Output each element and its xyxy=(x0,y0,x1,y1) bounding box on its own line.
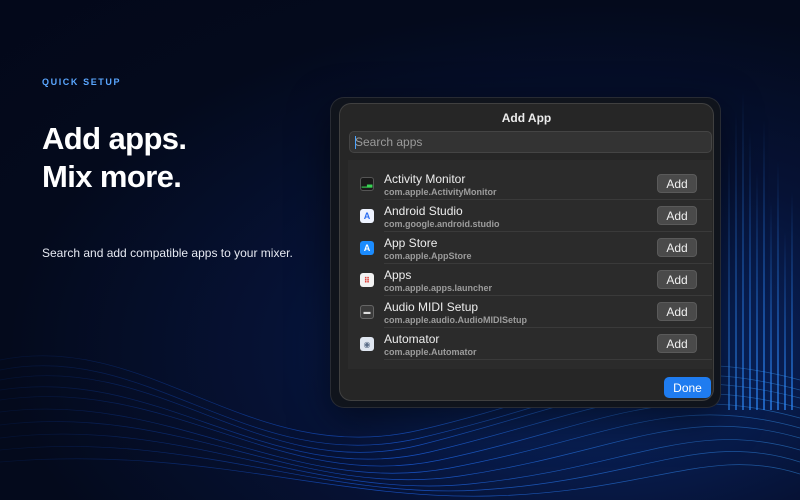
row-divider xyxy=(384,359,712,360)
bundle-id: com.apple.apps.launcher xyxy=(384,283,493,293)
list-item: ▬ Audio MIDI Setup com.apple.audio.Audio… xyxy=(348,296,712,328)
app-name: Activity Monitor xyxy=(384,172,466,186)
headline: Add apps. Mix more. xyxy=(42,120,187,196)
dialog-title: Add App xyxy=(501,111,552,125)
add-button[interactable]: Add xyxy=(657,334,697,353)
bundle-id: com.apple.AppStore xyxy=(384,251,472,261)
apps-launcher-icon: ⠿ xyxy=(360,273,374,287)
bundle-id: com.google.android.studio xyxy=(384,219,500,229)
add-button[interactable]: Add xyxy=(657,206,697,225)
list-item: A Android Studio com.google.android.stud… xyxy=(348,200,712,232)
list-item: ⠿ Apps com.apple.apps.launcher Add xyxy=(348,264,712,296)
add-button[interactable]: Add xyxy=(657,302,697,321)
add-button[interactable]: Add xyxy=(657,270,697,289)
list-item: ◉ Automator com.apple.Automator Add xyxy=(348,328,712,360)
search-field xyxy=(349,131,712,153)
done-button[interactable]: Done xyxy=(664,377,711,398)
eyebrow-label: QUICK SETUP xyxy=(42,77,122,87)
add-button[interactable]: Add xyxy=(657,174,697,193)
app-store-icon: A xyxy=(360,241,374,255)
add-app-dialog: Add App ▁▃ Activity Monitor com.apple.Ac… xyxy=(339,103,714,401)
text-caret xyxy=(355,136,356,149)
app-name: Automator xyxy=(384,332,440,346)
app-name: Apps xyxy=(384,268,412,282)
app-name: Android Studio xyxy=(384,204,463,218)
app-window: Add App ▁▃ Activity Monitor com.apple.Ac… xyxy=(330,97,721,408)
app-name: Audio MIDI Setup xyxy=(384,300,479,314)
list-item: ▁▃ Activity Monitor com.apple.ActivityMo… xyxy=(348,168,712,200)
bundle-id: com.apple.ActivityMonitor xyxy=(384,187,497,197)
app-name: App Store xyxy=(384,236,438,250)
add-button[interactable]: Add xyxy=(657,238,697,257)
headline-line-1: Add apps. xyxy=(42,121,187,156)
hero-subtitle: Search and add compatible apps to your m… xyxy=(42,246,293,260)
list-item: A App Store com.apple.AppStore Add xyxy=(348,232,712,264)
app-list[interactable]: ▁▃ Activity Monitor com.apple.ActivityMo… xyxy=(348,160,712,369)
bundle-id: com.apple.Automator xyxy=(384,347,477,357)
android-studio-icon: A xyxy=(360,209,374,223)
automator-icon: ◉ xyxy=(360,337,374,351)
audio-midi-icon: ▬ xyxy=(360,305,374,319)
activity-monitor-icon: ▁▃ xyxy=(360,177,374,191)
bundle-id: com.apple.audio.AudioMIDISetup xyxy=(384,315,528,325)
search-input[interactable] xyxy=(350,132,711,152)
headline-line-2: Mix more. xyxy=(42,159,182,194)
